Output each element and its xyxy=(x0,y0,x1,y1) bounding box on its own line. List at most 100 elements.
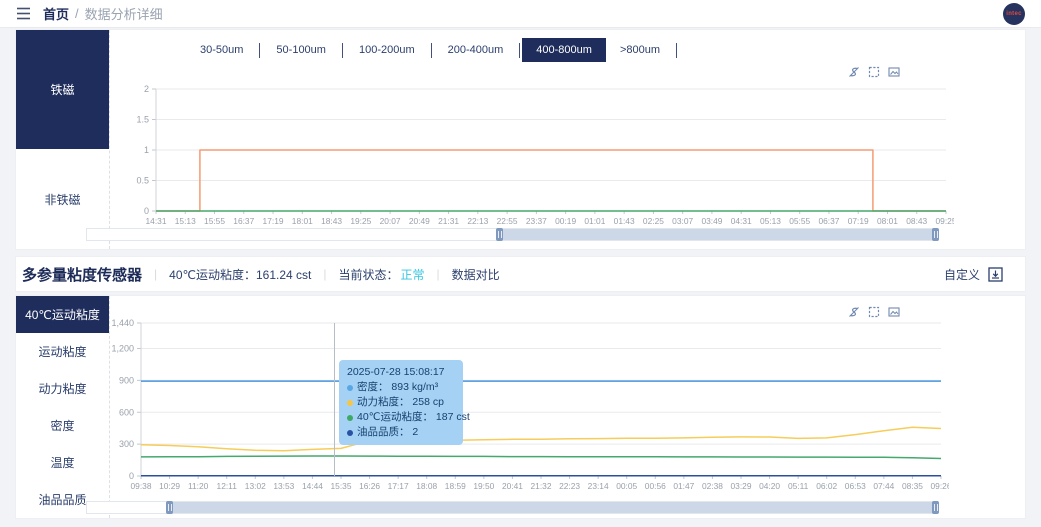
svg-text:900: 900 xyxy=(119,375,134,385)
particle-chart-svg: 0 0.5 1 1.5 2 14:31 15:13 15:55 16:37 17:19 18:01 1… xyxy=(136,84,954,226)
svg-text:00:56: 00:56 xyxy=(645,481,666,491)
series-dot-icon xyxy=(347,399,353,406)
svg-text:1,440: 1,440 xyxy=(111,318,134,328)
size-tab[interactable]: 100-200um xyxy=(345,38,429,62)
chart2-datazoom-window[interactable] xyxy=(169,502,937,513)
size-tab[interactable]: 400-800um xyxy=(522,38,606,62)
svg-text:16:37: 16:37 xyxy=(233,216,254,226)
breadcrumb-home-link[interactable]: 首页 xyxy=(43,4,69,23)
svg-text:20:49: 20:49 xyxy=(409,216,430,226)
svg-text:20:41: 20:41 xyxy=(502,481,523,491)
tab-divider xyxy=(676,42,677,58)
svg-text:0: 0 xyxy=(144,206,149,216)
svg-text:18:08: 18:08 xyxy=(416,481,437,491)
size-tab[interactable]: 200-400um xyxy=(434,38,518,62)
chart2-datazoom-right-handle[interactable] xyxy=(932,501,939,514)
svg-text:14:31: 14:31 xyxy=(146,216,167,226)
svg-text:0: 0 xyxy=(129,471,134,481)
tab-divider xyxy=(341,42,343,58)
customize-button[interactable]: 自定义 xyxy=(944,266,980,283)
svg-text:10:29: 10:29 xyxy=(159,481,180,491)
svg-text:13:53: 13:53 xyxy=(273,481,294,491)
svg-text:09:26: 09:26 xyxy=(931,481,949,491)
chart1-datazoom-window[interactable] xyxy=(500,229,937,240)
svg-text:06:02: 06:02 xyxy=(816,481,837,491)
svg-text:04:31: 04:31 xyxy=(731,216,752,226)
svg-text:0.5: 0.5 xyxy=(136,176,149,186)
svg-text:02:25: 02:25 xyxy=(643,216,664,226)
section-title: 多参量粘度传感器 xyxy=(22,266,143,284)
viscosity-chart-svg: 0 300 600 900 1,200 1,440 09:38 10:29 11:20 12:11… xyxy=(111,318,949,491)
chart2-datazoom-slider[interactable] xyxy=(86,501,939,514)
divider: | xyxy=(154,267,158,281)
svg-text:02:38: 02:38 xyxy=(702,481,723,491)
divider: | xyxy=(436,267,440,281)
svg-text:07:44: 07:44 xyxy=(873,481,894,491)
svg-text:2: 2 xyxy=(144,84,149,94)
svg-text:03:29: 03:29 xyxy=(731,481,752,491)
chart1-datazoom-left-handle[interactable] xyxy=(496,228,503,241)
status-badge: 正常 xyxy=(400,267,425,282)
viscosity-metric: 40℃运动粘度：161.24 cst xyxy=(169,267,312,282)
svg-text:15:55: 15:55 xyxy=(204,216,225,226)
svg-text:04:20: 04:20 xyxy=(759,481,780,491)
tooltip-timestamp: 2025-07-28 15:08:17 xyxy=(347,366,445,378)
svg-text:22:55: 22:55 xyxy=(497,216,518,226)
particle-panel: 铁磁 非铁磁 30-50um 50-100um 100-200um 200-400um 4… xyxy=(15,29,1026,250)
size-tab[interactable]: >800um xyxy=(606,38,674,62)
tooltip-row: 密度： 893 kg/m³ xyxy=(347,380,455,395)
tab-divider xyxy=(430,42,432,58)
avatar-logo-text: intec xyxy=(1006,10,1022,17)
svg-text:00:05: 00:05 xyxy=(616,481,637,491)
svg-text:19:25: 19:25 xyxy=(350,216,371,226)
svg-text:07:19: 07:19 xyxy=(848,216,869,226)
export-icon[interactable] xyxy=(988,266,1003,282)
tooltip-row: 油品品质： 2 xyxy=(347,425,455,440)
svg-text:01:43: 01:43 xyxy=(614,216,635,226)
chart1-datazoom-right-handle[interactable] xyxy=(932,228,939,241)
chart1-datazoom-slider[interactable] xyxy=(86,228,939,241)
data-compare-button[interactable]: 数据对比 xyxy=(452,266,500,283)
svg-text:22:13: 22:13 xyxy=(467,216,488,226)
status-label: 当前状态： xyxy=(338,267,399,282)
chart-tooltip: 2025-07-28 15:08:17 密度： 893 kg/m³ 动力粘度： 2… xyxy=(339,360,470,445)
tooltip-row: 动力粘度： 258 cp xyxy=(347,395,455,410)
tooltip-row: 40℃运动粘度： 187 cst xyxy=(347,410,470,425)
avatar[interactable]: intec xyxy=(1003,2,1025,25)
svg-text:300: 300 xyxy=(119,439,134,449)
svg-text:19:50: 19:50 xyxy=(473,481,494,491)
breadcrumb-current: 数据分析详细 xyxy=(84,7,163,22)
svg-text:600: 600 xyxy=(119,407,134,417)
svg-text:05:13: 05:13 xyxy=(760,216,781,226)
svg-text:18:43: 18:43 xyxy=(321,216,342,226)
svg-text:1,200: 1,200 xyxy=(111,344,134,354)
svg-text:03:07: 03:07 xyxy=(672,216,693,226)
svg-text:12:11: 12:11 xyxy=(217,481,238,491)
svg-text:16:26: 16:26 xyxy=(359,481,380,491)
series-dot-icon xyxy=(347,384,353,391)
menu-collapse-icon[interactable] xyxy=(16,7,31,20)
size-tab[interactable]: 30-50um xyxy=(186,38,257,62)
svg-text:18:59: 18:59 xyxy=(445,481,466,491)
svg-text:03:49: 03:49 xyxy=(701,216,722,226)
svg-text:00:19: 00:19 xyxy=(555,216,576,226)
svg-text:09:25: 09:25 xyxy=(936,216,954,226)
svg-text:08:01: 08:01 xyxy=(877,216,898,226)
svg-text:05:11: 05:11 xyxy=(788,481,809,491)
svg-text:1.5: 1.5 xyxy=(136,115,149,125)
svg-text:09:38: 09:38 xyxy=(131,481,152,491)
svg-text:17:17: 17:17 xyxy=(388,481,409,491)
svg-text:21:31: 21:31 xyxy=(438,216,459,226)
breadcrumb: 首页 / 数据分析详细 xyxy=(43,4,163,23)
breadcrumb-separator: / xyxy=(75,6,79,21)
series-dot-icon xyxy=(347,429,353,436)
svg-text:1: 1 xyxy=(144,145,149,155)
size-tab[interactable]: 50-100um xyxy=(262,38,340,62)
viscosity-section-header: 多参量粘度传感器 | 40℃运动粘度：161.24 cst | 当前状态： 正常… xyxy=(15,256,1026,292)
svg-text:11:20: 11:20 xyxy=(188,481,209,491)
chart2-datazoom-left-handle[interactable] xyxy=(166,501,173,514)
svg-text:15:13: 15:13 xyxy=(175,216,196,226)
svg-text:21:32: 21:32 xyxy=(531,481,552,491)
svg-text:18:01: 18:01 xyxy=(292,216,313,226)
svg-text:22:23: 22:23 xyxy=(559,481,580,491)
